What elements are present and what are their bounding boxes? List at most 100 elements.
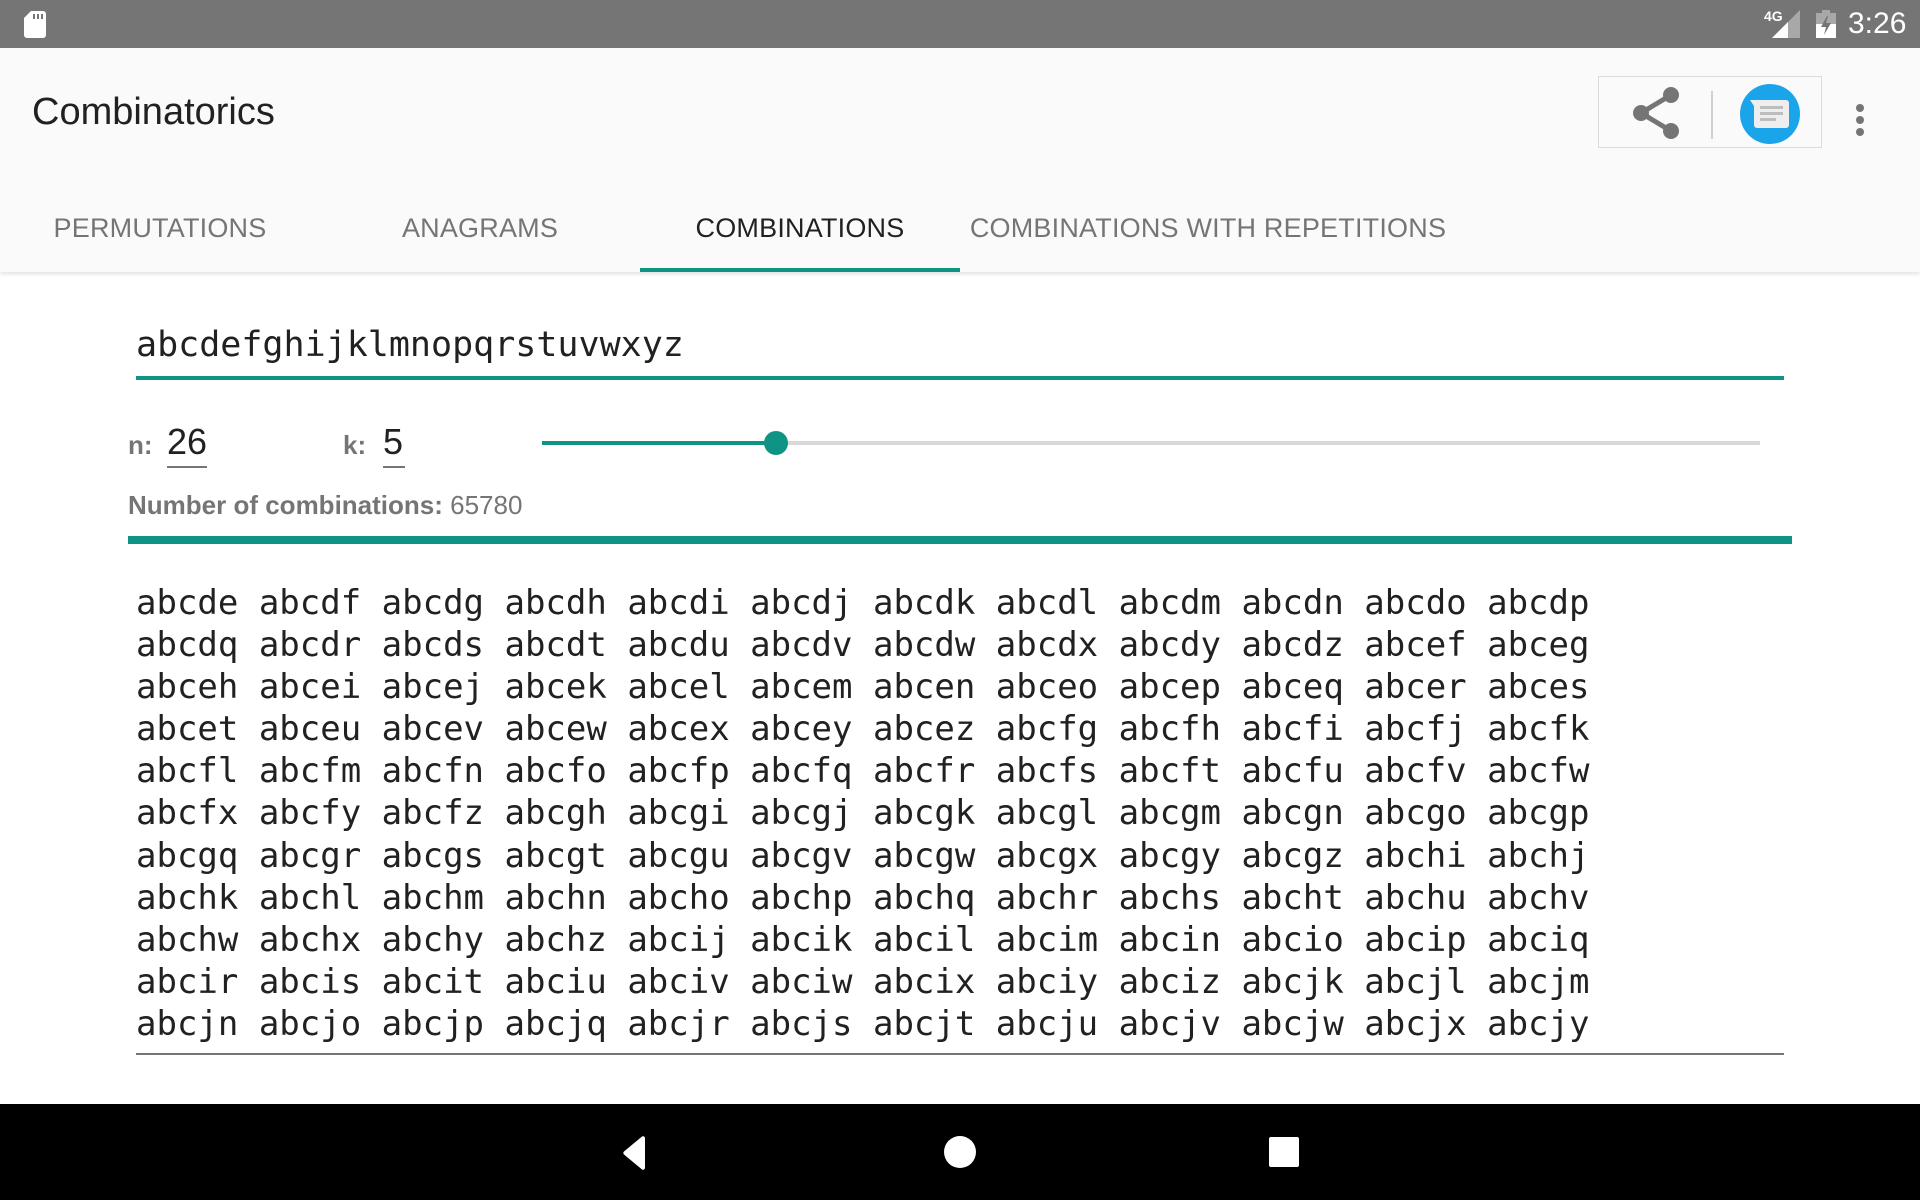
- combination-item: abcjp: [381, 1003, 505, 1044]
- back-icon[interactable]: [607, 1124, 663, 1180]
- combination-item: abchs: [1118, 877, 1242, 918]
- combination-item: abcek: [504, 667, 628, 708]
- combination-item: abcdk: [872, 583, 996, 623]
- combination-item: abcgq: [136, 835, 259, 876]
- messages-icon[interactable]: [1739, 83, 1801, 145]
- combination-item: abcfy: [258, 793, 382, 834]
- combination-item: abcjr: [627, 1003, 751, 1044]
- combination-item: abcit: [381, 961, 505, 1002]
- combination-item: abcdf: [258, 583, 382, 623]
- combination-item: abciq: [1487, 919, 1590, 960]
- combination-item: abcft: [1118, 751, 1242, 792]
- progress-bar-fill: [128, 536, 1792, 544]
- combination-item: abcdg: [381, 583, 505, 623]
- combination-item: abcfq: [750, 751, 873, 792]
- combination-item: abcdp: [1487, 583, 1590, 623]
- combination-item: abcgm: [1118, 793, 1242, 834]
- tab-anagrams[interactable]: ANAGRAMS: [320, 184, 640, 272]
- n-value-field[interactable]: 26: [167, 422, 207, 462]
- combination-item: abcht: [1241, 877, 1365, 918]
- combination-item: abcev: [381, 709, 505, 750]
- k-slider-fill: [542, 441, 777, 445]
- combination-item: abcdi: [627, 583, 751, 623]
- recents-icon[interactable]: [1256, 1124, 1312, 1180]
- combination-item: abcio: [1241, 919, 1365, 960]
- navigation-bar: [0, 1104, 1920, 1200]
- combination-item: abcjl: [1364, 961, 1488, 1002]
- tab-combinations-with-repetitions[interactable]: COMBINATIONS WITH REPETITIONS: [960, 184, 1456, 272]
- combination-item: abcfo: [504, 751, 628, 792]
- combination-item: abchj: [1487, 835, 1590, 876]
- combination-item: abcgy: [1118, 835, 1242, 876]
- combination-item: abcjv: [1118, 1003, 1242, 1044]
- combination-item: abces: [1487, 667, 1590, 708]
- results-list: abcde abcdf abcdg abcdh abcdi abcdj abcd…: [136, 582, 1784, 1045]
- count-value: 65780: [450, 490, 523, 520]
- combination-item: abcil: [872, 919, 996, 960]
- combination-item: abcfm: [258, 751, 382, 792]
- combination-item: abcfg: [995, 709, 1119, 750]
- combination-item: abcdv: [750, 625, 873, 666]
- count-label: Number of combinations:: [128, 490, 443, 520]
- input-underline: [136, 376, 1784, 380]
- combination-item: abcer: [1364, 667, 1488, 708]
- combination-item: abcfv: [1364, 751, 1488, 792]
- combination-item: abcfr: [872, 751, 996, 792]
- tab-permutations[interactable]: PERMUTATIONS: [0, 184, 320, 272]
- combination-item: abchm: [381, 877, 505, 918]
- combination-item: abcdy: [1118, 625, 1242, 666]
- combination-item: abchv: [1487, 877, 1590, 918]
- action-group: [1598, 76, 1822, 148]
- results-row: abcjn abcjo abcjp abcjq abcjr abcjs abcj…: [136, 1003, 1784, 1045]
- results-row: abchw abchx abchy abchz abcij abcik abci…: [136, 919, 1784, 961]
- combination-item: abcfu: [1241, 751, 1365, 792]
- combination-item: abcfw: [1487, 751, 1590, 792]
- combination-item: abcdz: [1241, 625, 1365, 666]
- combination-item: abcfn: [381, 751, 505, 792]
- tab-combinations[interactable]: COMBINATIONS: [640, 184, 960, 272]
- combination-item: abciw: [750, 961, 873, 1002]
- combination-item: abcik: [750, 919, 873, 960]
- combination-item: abchr: [995, 877, 1119, 918]
- combination-item: abcdj: [750, 583, 873, 623]
- combination-item: abcjt: [872, 1003, 996, 1044]
- combination-item: abcgk: [872, 793, 996, 834]
- combination-item: abcir: [136, 961, 259, 1002]
- combination-item: abchy: [381, 919, 505, 960]
- results-row: abcde abcdf abcdg abcdh abcdi abcdj abcd…: [136, 582, 1784, 624]
- combination-item: abcfh: [1118, 709, 1242, 750]
- home-icon[interactable]: [932, 1124, 988, 1180]
- combination-item: abcgl: [995, 793, 1119, 834]
- combination-item: abcef: [1364, 625, 1488, 666]
- active-tab-indicator: [640, 268, 960, 272]
- combination-item: abcet: [136, 709, 259, 750]
- more-vert-icon[interactable]: [1842, 90, 1878, 150]
- combination-item: abcin: [1118, 919, 1242, 960]
- combination-item: abcgz: [1241, 835, 1365, 876]
- elements-input[interactable]: [136, 320, 1784, 370]
- combination-item: abcez: [872, 709, 996, 750]
- combination-item: abcgt: [504, 835, 628, 876]
- share-icon[interactable]: [1619, 83, 1691, 143]
- results-row: abceh abcei abcej abcek abcel abcem abce…: [136, 666, 1784, 708]
- n-value-underline: [167, 466, 207, 468]
- results-row: abcfl abcfm abcfn abcfo abcfp abcfq abcf…: [136, 750, 1784, 792]
- combination-item: abcij: [627, 919, 751, 960]
- combination-item: abcdm: [1118, 583, 1242, 623]
- results-row: abcfx abcfy abcfz abcgh abcgi abcgj abcg…: [136, 792, 1784, 834]
- results-row: abcgq abcgr abcgs abcgt abcgu abcgv abcg…: [136, 835, 1784, 877]
- k-value-field[interactable]: 5: [383, 422, 403, 462]
- combination-item: abcfk: [1487, 709, 1590, 750]
- results-row: abcdq abcdr abcds abcdt abcdu abcdv abcd…: [136, 624, 1784, 666]
- combination-item: abcel: [627, 667, 751, 708]
- combination-item: abcix: [872, 961, 996, 1002]
- combination-item: abchz: [504, 919, 628, 960]
- clock: 3:26: [1848, 7, 1907, 40]
- combination-item: abcen: [872, 667, 996, 708]
- k-slider-thumb[interactable]: [764, 431, 789, 455]
- results-row: abcet abceu abcev abcew abcex abcey abce…: [136, 708, 1784, 750]
- combination-item: abcjw: [1241, 1003, 1365, 1044]
- n-label: n:: [128, 430, 153, 460]
- combination-item: abcjy: [1487, 1003, 1590, 1044]
- combination-item: abcgh: [504, 793, 628, 834]
